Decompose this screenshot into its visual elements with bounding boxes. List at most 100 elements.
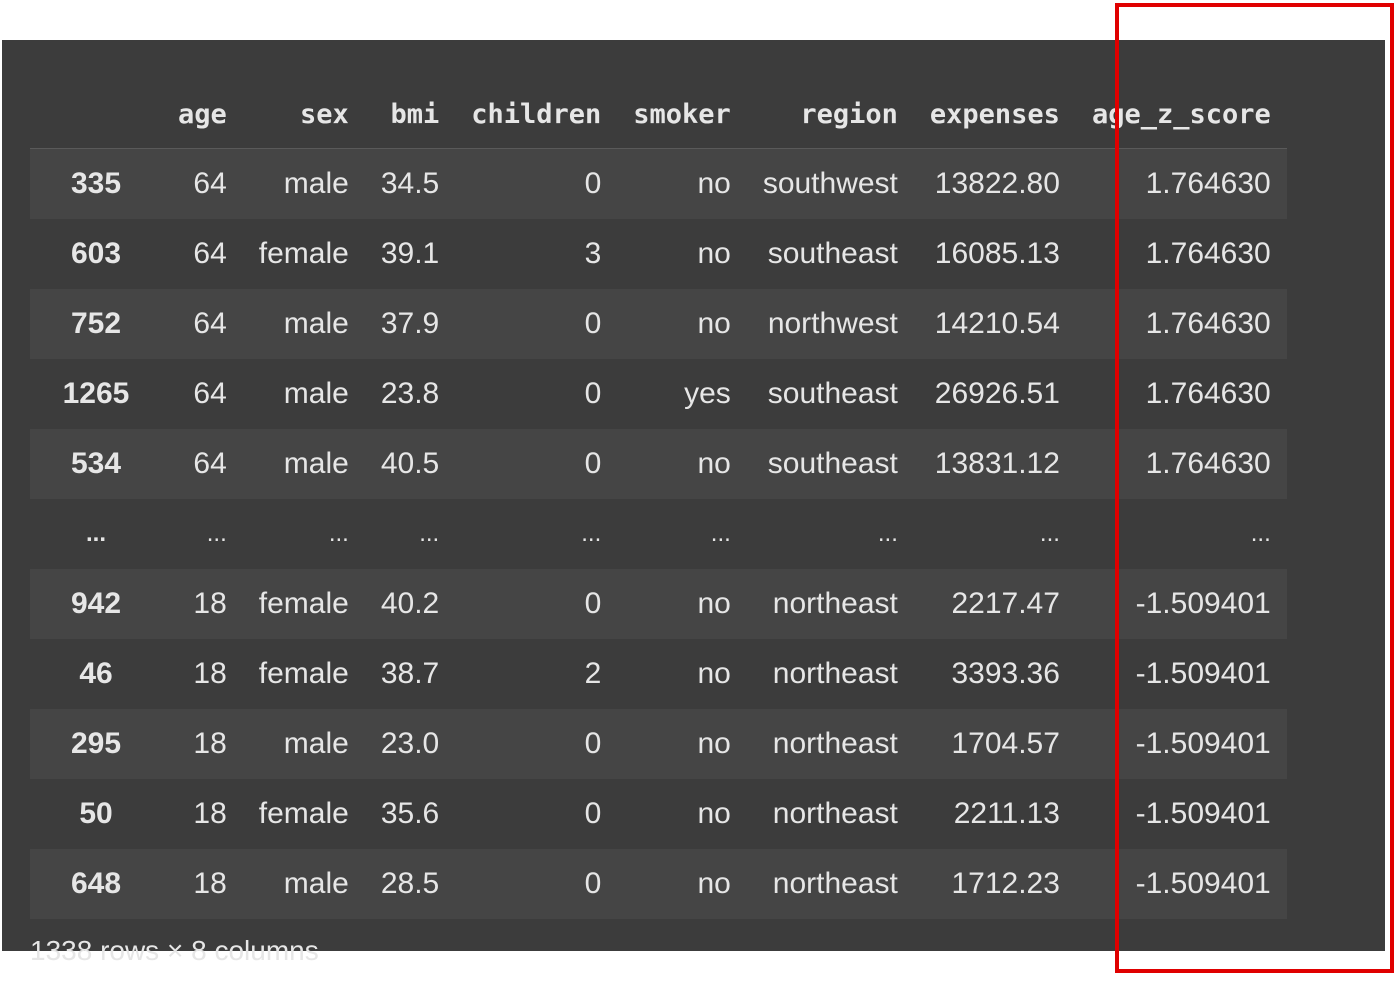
cell-expenses: 1704.57: [913, 709, 1076, 779]
cell-age-z-score: -1.509401: [1075, 569, 1287, 639]
cell-bmi: ...: [364, 499, 456, 569]
row-index: 335: [30, 148, 162, 219]
cell-sex: male: [242, 148, 365, 219]
row-index: ...: [30, 499, 162, 569]
cell-sex: female: [242, 779, 365, 849]
cell-age: 18: [162, 569, 243, 639]
dataframe-table: age sex bmi children smoker region expen…: [30, 80, 1287, 919]
cell-bmi: 34.5: [364, 148, 456, 219]
cell-smoker: no: [617, 779, 747, 849]
row-index: 603: [30, 219, 162, 289]
cell-children: 0: [455, 148, 618, 219]
cell-children: 0: [455, 359, 618, 429]
cell-smoker: no: [617, 849, 747, 919]
column-header-age: age: [162, 80, 243, 149]
cell-children: 0: [455, 429, 618, 499]
cell-sex: male: [242, 359, 365, 429]
table-row: 46 18 female 38.7 2 no northeast 3393.36…: [30, 639, 1287, 709]
cell-region: southeast: [746, 429, 914, 499]
cell-age: 64: [162, 219, 243, 289]
cell-bmi: 39.1: [364, 219, 456, 289]
column-header-sex: sex: [242, 80, 365, 149]
cell-smoker: ...: [617, 499, 747, 569]
cell-bmi: 40.2: [364, 569, 456, 639]
table-row: 1265 64 male 23.8 0 yes southeast 26926.…: [30, 359, 1287, 429]
cell-age-z-score: -1.509401: [1075, 849, 1287, 919]
cell-sex: female: [242, 569, 365, 639]
cell-children: 2: [455, 639, 618, 709]
cell-expenses: 14210.54: [913, 289, 1076, 359]
cell-bmi: 23.8: [364, 359, 456, 429]
cell-age: 64: [162, 289, 243, 359]
cell-age: 18: [162, 709, 243, 779]
cell-smoker: no: [617, 148, 747, 219]
cell-children: ...: [455, 499, 618, 569]
cell-expenses: 13822.80: [913, 148, 1076, 219]
cell-age: 64: [162, 148, 243, 219]
cell-smoker: no: [617, 639, 747, 709]
row-index: 295: [30, 709, 162, 779]
row-index: 534: [30, 429, 162, 499]
cell-bmi: 40.5: [364, 429, 456, 499]
table-row: 942 18 female 40.2 0 no northeast 2217.4…: [30, 569, 1287, 639]
row-index: 752: [30, 289, 162, 359]
table-row: 534 64 male 40.5 0 no southeast 13831.12…: [30, 429, 1287, 499]
column-header-children: children: [455, 80, 618, 149]
cell-expenses: 26926.51: [913, 359, 1076, 429]
cell-expenses: 2211.13: [913, 779, 1076, 849]
cell-bmi: 38.7: [364, 639, 456, 709]
table-row: 648 18 male 28.5 0 no northeast 1712.23 …: [30, 849, 1287, 919]
cell-region: southeast: [746, 359, 914, 429]
cell-sex: female: [242, 219, 365, 289]
cell-age-z-score: -1.509401: [1075, 779, 1287, 849]
dataframe-shape-footer: 1338 rows × 8 columns: [30, 935, 319, 966]
header-row: age sex bmi children smoker region expen…: [30, 80, 1287, 149]
dataframe-output-panel: age sex bmi children smoker region expen…: [2, 40, 1385, 966]
index-header: [30, 80, 162, 149]
cell-region: southeast: [746, 219, 914, 289]
cell-smoker: yes: [617, 359, 747, 429]
cell-bmi: 23.0: [364, 709, 456, 779]
cell-smoker: no: [617, 709, 747, 779]
cell-age-z-score: 1.764630: [1075, 429, 1287, 499]
cell-age: 64: [162, 359, 243, 429]
table-row: 50 18 female 35.6 0 no northeast 2211.13…: [30, 779, 1287, 849]
cell-region: southwest: [746, 148, 914, 219]
cell-bmi: 37.9: [364, 289, 456, 359]
column-header-smoker: smoker: [617, 80, 747, 149]
column-header-region: region: [746, 80, 914, 149]
row-index: 648: [30, 849, 162, 919]
cell-sex: male: [242, 289, 365, 359]
table-row: 335 64 male 34.5 0 no southwest 13822.80…: [30, 148, 1287, 219]
cell-expenses: 13831.12: [913, 429, 1076, 499]
cell-region: ...: [746, 499, 914, 569]
cell-age: 18: [162, 639, 243, 709]
cell-age-z-score: 1.764630: [1075, 289, 1287, 359]
cell-age-z-score: 1.764630: [1075, 359, 1287, 429]
cell-expenses: 16085.13: [913, 219, 1076, 289]
cell-smoker: no: [617, 289, 747, 359]
cell-bmi: 28.5: [364, 849, 456, 919]
cell-age: 18: [162, 779, 243, 849]
column-header-age-z-score: age_z_score: [1075, 80, 1287, 149]
cell-smoker: no: [617, 429, 747, 499]
cell-sex: male: [242, 709, 365, 779]
cell-smoker: no: [617, 219, 747, 289]
column-header-bmi: bmi: [364, 80, 456, 149]
cell-children: 0: [455, 289, 618, 359]
table-row: 295 18 male 23.0 0 no northeast 1704.57 …: [30, 709, 1287, 779]
cell-children: 0: [455, 709, 618, 779]
ellipsis-row: ... ... ... ... ... ... ... ... ...: [30, 499, 1287, 569]
cell-age: 64: [162, 429, 243, 499]
cell-sex: male: [242, 429, 365, 499]
cell-region: northeast: [746, 639, 914, 709]
cell-age-z-score: 1.764630: [1075, 148, 1287, 219]
cell-region: northeast: [746, 779, 914, 849]
table-row: 603 64 female 39.1 3 no southeast 16085.…: [30, 219, 1287, 289]
row-index: 1265: [30, 359, 162, 429]
cell-bmi: 35.6: [364, 779, 456, 849]
cell-sex: female: [242, 639, 365, 709]
cell-expenses: ...: [913, 499, 1076, 569]
cell-sex: ...: [242, 499, 365, 569]
row-index: 942: [30, 569, 162, 639]
